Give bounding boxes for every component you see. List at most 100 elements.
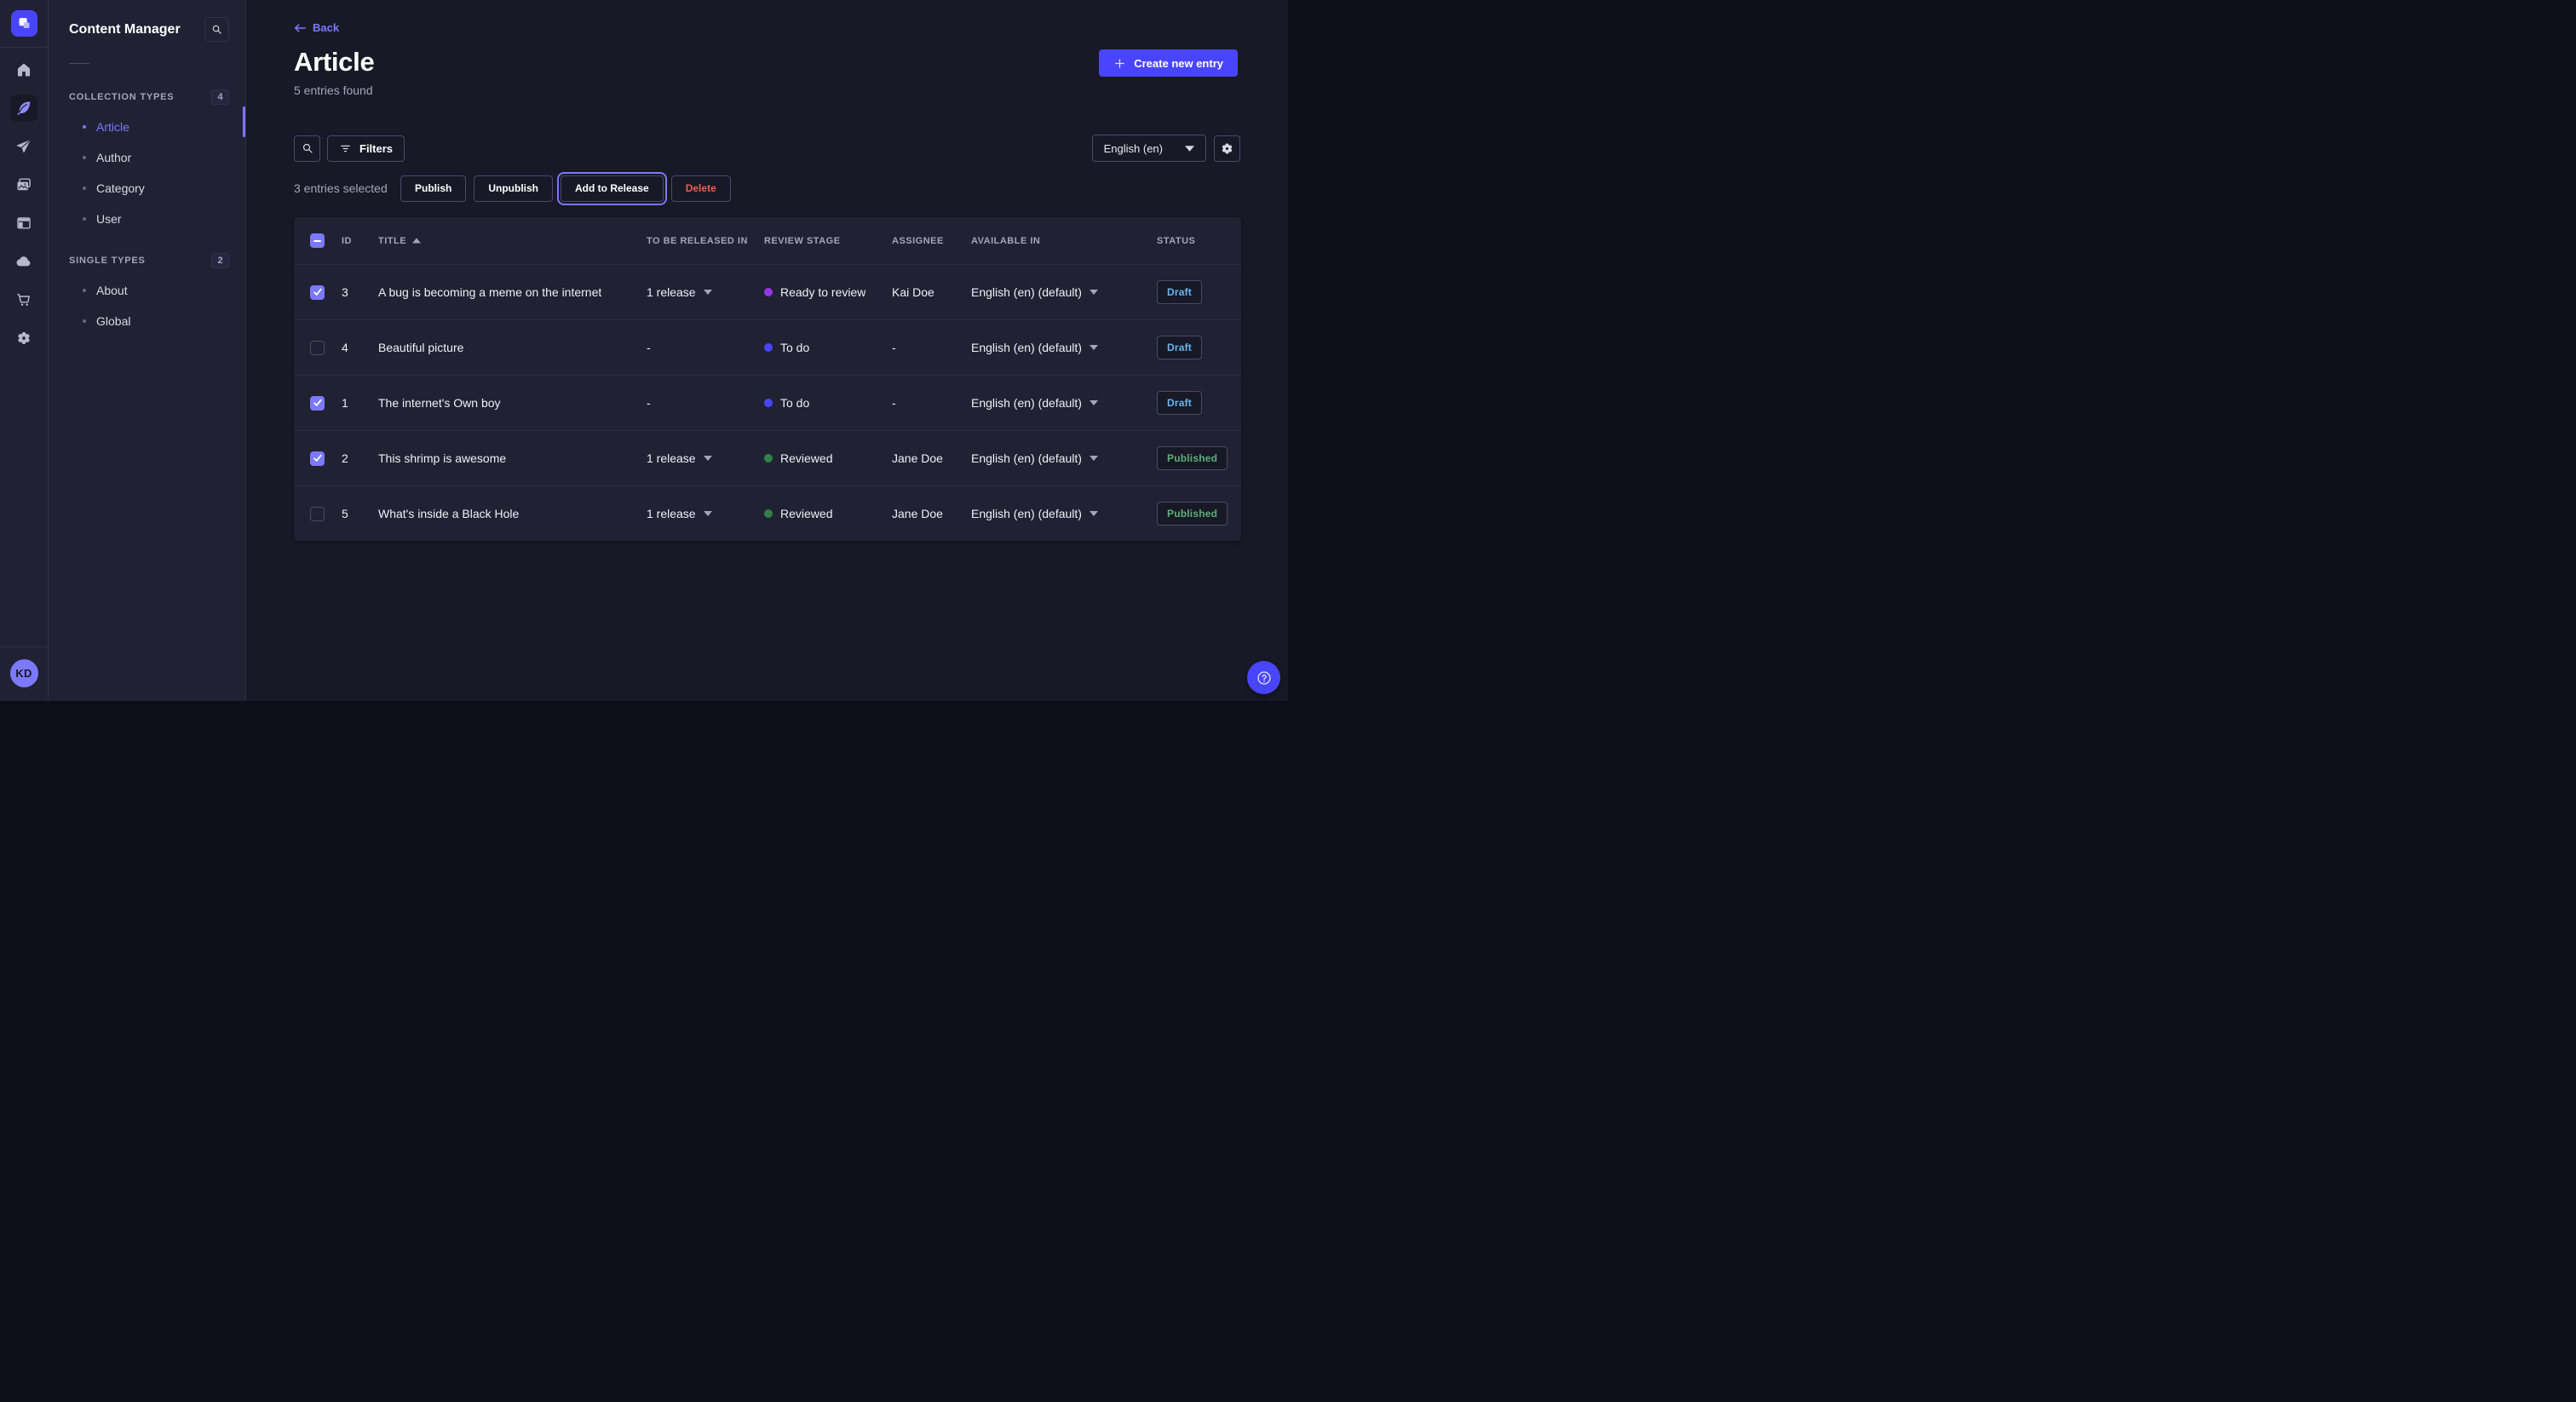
nav-section: SINGLE TYPES2AboutGlobal (49, 246, 245, 336)
home-icon (15, 61, 32, 78)
nav-section-header: SINGLE TYPES2 (49, 246, 245, 275)
row-checkbox[interactable] (310, 285, 325, 300)
rail-item-settings[interactable] (10, 325, 37, 352)
selection-actions: Publish Unpublish Add to Release Delete (400, 175, 731, 202)
column-header-title[interactable]: TITLE (376, 236, 641, 246)
layout-builder-icon (15, 215, 32, 232)
rail-item-releases[interactable] (10, 133, 37, 160)
unpublish-button[interactable]: Unpublish (474, 175, 553, 202)
stage-label: Reviewed (780, 507, 832, 520)
table-row: 1The internet's Own boy-To do-English (e… (294, 375, 1241, 430)
back-label: Back (313, 21, 339, 34)
sidebar-item-author[interactable]: Author (49, 142, 245, 173)
stage-dot-icon (764, 454, 773, 463)
rail-footer: KD (0, 646, 48, 701)
sidebar-item-about[interactable]: About (49, 275, 245, 306)
sort-ascending-icon (412, 238, 421, 244)
table-row: 4Beautiful picture-To do-English (en) (d… (294, 319, 1241, 375)
rail-item-marketplace[interactable] (10, 286, 37, 313)
nav-section-header: COLLECTION TYPES4 (49, 83, 245, 112)
cell-available-in[interactable]: English (en) (default) (969, 507, 1154, 520)
cell-id: 4 (331, 341, 376, 354)
column-header-review-stage: REVIEW STAGE (761, 236, 889, 246)
rail-item-media-library[interactable] (10, 171, 37, 198)
sidebar-item-global[interactable]: Global (49, 306, 245, 336)
user-avatar[interactable]: KD (10, 659, 38, 687)
help-button[interactable] (1247, 661, 1280, 694)
stage-label: Reviewed (780, 451, 832, 465)
stage-label: To do (780, 396, 809, 410)
publish-button[interactable]: Publish (400, 175, 466, 202)
stage-label: To do (780, 341, 809, 354)
rail-item-deploy[interactable] (10, 248, 37, 275)
entries-table: ID TITLE TO BE RELEASED IN REVIEW STAGE … (294, 217, 1241, 541)
media-images-icon (15, 176, 32, 193)
cell-to-be-released-in: - (641, 396, 761, 410)
release-count: 1 release (647, 285, 696, 299)
bullet-icon (83, 125, 86, 129)
selection-summary: 3 entries selected (294, 181, 393, 195)
cell-to-be-released-in[interactable]: 1 release (641, 507, 761, 520)
cell-to-be-released-in[interactable]: 1 release (641, 285, 761, 299)
rail-item-content-manager[interactable] (10, 95, 37, 122)
row-checkbox[interactable] (310, 507, 325, 521)
cell-to-be-released-in[interactable]: 1 release (641, 451, 761, 465)
chevron-down-icon (704, 290, 712, 295)
main-content: Back Article 5 entries found Create new … (247, 0, 1288, 701)
chevron-down-icon (1185, 146, 1194, 152)
locale-label: English (en) (default) (971, 396, 1082, 410)
search-button[interactable] (294, 135, 320, 162)
cell-title: What's inside a Black Hole (378, 507, 519, 520)
gear-icon (15, 330, 32, 347)
table-row: 5What's inside a Black Hole1 releaseRevi… (294, 486, 1241, 541)
back-link[interactable]: Back (294, 21, 339, 34)
cell-review-stage: To do (761, 396, 889, 410)
add-to-release-button[interactable]: Add to Release (561, 175, 664, 202)
cell-title: This shrimp is awesome (378, 451, 506, 465)
status-badge: Published (1157, 502, 1228, 526)
row-checkbox[interactable] (310, 341, 325, 355)
sidebar-item-user[interactable]: User (49, 204, 245, 234)
cell-to-be-released-in: - (641, 341, 761, 354)
sidebar-item-article[interactable]: Article (49, 112, 245, 142)
cell-title: Beautiful picture (378, 341, 463, 354)
status-badge: Draft (1157, 336, 1202, 359)
shopping-cart-icon (15, 291, 32, 308)
nav-section-label: COLLECTION TYPES (69, 92, 211, 102)
strapi-logo-icon (16, 15, 32, 32)
filters-button[interactable]: Filters (327, 135, 405, 162)
row-checkbox[interactable] (310, 396, 325, 411)
cell-assignee: Jane Doe (889, 507, 969, 520)
nav-search-button[interactable] (204, 17, 229, 42)
nav-sections: COLLECTION TYPES4Article Author CategoryUs… (49, 83, 245, 336)
app-window: KD Content Manager COLLECTION TYPES4Arti… (0, 0, 1288, 701)
nav-title: Content Manager (69, 22, 204, 37)
question-mark-icon (1256, 669, 1273, 687)
row-checkbox[interactable] (310, 451, 325, 466)
cell-available-in[interactable]: English (en) (default) (969, 451, 1154, 465)
chevron-down-icon (1090, 345, 1098, 350)
chevron-down-icon (1090, 511, 1098, 516)
release-count: 1 release (647, 451, 696, 465)
rail-divider (0, 47, 48, 48)
cell-available-in[interactable]: English (en) (default) (969, 396, 1154, 410)
delete-button[interactable]: Delete (671, 175, 731, 202)
bullet-icon (83, 319, 86, 323)
sidebar-item-category[interactable]: Category (49, 173, 245, 204)
select-all-checkbox[interactable] (310, 233, 325, 248)
sidebar-item-label: Author (96, 151, 131, 164)
list-settings-button[interactable] (1214, 135, 1240, 162)
cell-status: Draft (1154, 391, 1241, 415)
cell-title: A bug is becoming a meme on the internet (378, 285, 601, 299)
locale-label: English (en) (default) (971, 341, 1082, 354)
check-icon (313, 453, 323, 463)
cell-assignee: - (889, 341, 969, 354)
rail-item-home[interactable] (10, 56, 37, 83)
rail-item-content-type-builder[interactable] (10, 210, 37, 237)
cell-available-in[interactable]: English (en) (default) (969, 341, 1154, 354)
locale-select[interactable]: English (en) (1092, 135, 1206, 162)
paper-plane-icon (15, 138, 32, 155)
cell-available-in[interactable]: English (en) (default) (969, 285, 1154, 299)
cell-review-stage: Ready to review (761, 285, 889, 299)
create-new-entry-button[interactable]: Create new entry (1099, 49, 1238, 77)
